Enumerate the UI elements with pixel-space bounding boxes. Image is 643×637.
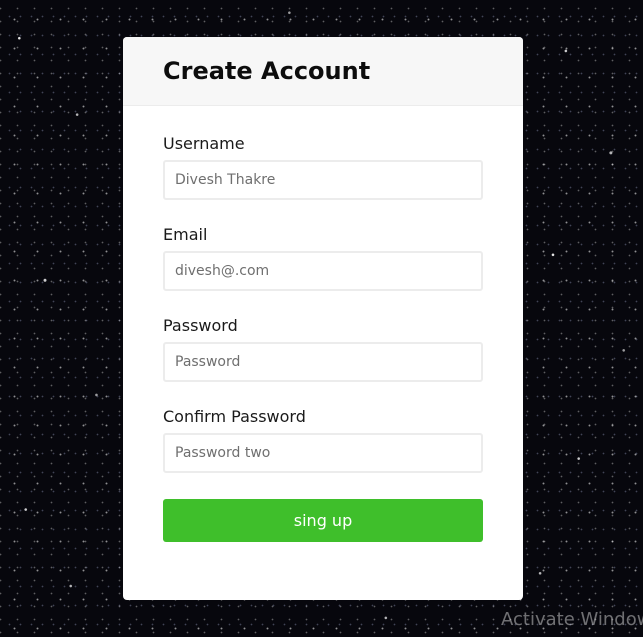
email-input[interactable] [163,251,483,291]
confirm-password-label: Confirm Password [163,407,306,426]
confirm-password-input[interactable] [163,433,483,473]
signup-button[interactable]: sing up [163,499,483,542]
email-group: Email [163,226,483,291]
create-account-card: Create Account Username Email Password C… [123,37,523,600]
card-header: Create Account [123,37,523,106]
username-input[interactable] [163,160,483,200]
password-input[interactable] [163,342,483,382]
signup-form: Username Email Password Confirm Password… [123,106,523,542]
activate-windows-watermark: Activate Window [501,609,643,630]
password-group: Password [163,317,483,382]
password-label: Password [163,316,238,335]
username-group: Username [163,135,483,200]
email-label: Email [163,225,208,244]
username-label: Username [163,134,245,153]
confirm-password-group: Confirm Password [163,408,483,473]
page-title: Create Account [163,57,371,85]
